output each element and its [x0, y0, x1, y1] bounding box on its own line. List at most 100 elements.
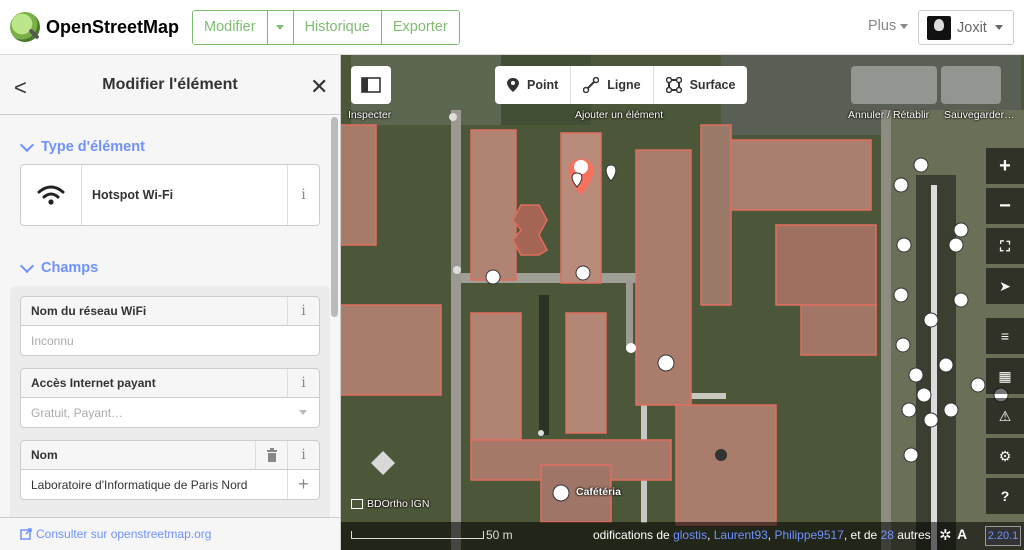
zoom-out-button[interactable]: − [986, 188, 1024, 224]
issues-button[interactable]: ⚠ [986, 398, 1024, 434]
top-navigation-bar: OpenStreetMap Modifier Historique Export… [0, 0, 1024, 55]
scale-bar [351, 531, 484, 539]
attribution-mid: , et de [843, 528, 878, 542]
imagery-icon [351, 499, 363, 510]
editor-sidebar: < Modifier l'élément ✕ Type d'élément Ho… [0, 55, 341, 550]
brand[interactable]: OpenStreetMap [10, 12, 179, 42]
add-area-label: Surface [689, 78, 736, 92]
section-feature-type-label: Type d'élément [41, 139, 145, 155]
user-settings-icon: ⚙ [998, 447, 1012, 464]
bug-icon[interactable]: ✲ [939, 526, 952, 544]
field-internet-fee: Accès Internet payant i Gratuit, Payant… [20, 368, 320, 428]
contributor-link[interactable]: Philippe9517 [774, 528, 843, 542]
info-icon[interactable]: i [287, 297, 319, 325]
map-data-button[interactable]: ▦ [986, 358, 1024, 394]
sidebar-toggle-icon [361, 77, 381, 93]
background-layers-button[interactable]: ≡ [986, 318, 1024, 354]
name-input[interactable]: Laboratoire d'Informatique de Paris Nord [21, 478, 287, 492]
brand-title: OpenStreetMap [46, 16, 180, 37]
preferences-button[interactable]: ⚙ [986, 438, 1024, 474]
more-menu[interactable]: Plus [868, 18, 909, 34]
point-icon [507, 78, 519, 92]
edit-button-group: Modifier Historique Exporter [192, 10, 460, 45]
add-feature-label: Ajouter un élément [575, 109, 664, 121]
field-label: Accès Internet payant [31, 376, 156, 390]
avatar [927, 15, 951, 40]
layers-icon: ≡ [1000, 328, 1010, 344]
external-link-icon [20, 528, 32, 540]
add-point-button[interactable]: Point [495, 66, 572, 104]
map-footer: 50 m odifications de glostis, Laurent93,… [341, 522, 1024, 550]
imagery-label: BDOrtho IGN [367, 498, 430, 510]
edit-dropdown-button[interactable] [267, 11, 294, 44]
scale-label: 50 m [486, 528, 513, 542]
help-button[interactable]: ? [986, 478, 1024, 514]
add-area-button[interactable]: Surface [654, 66, 748, 104]
edit-button[interactable]: Modifier [193, 11, 268, 44]
history-button[interactable]: Historique [293, 11, 382, 44]
preset-selector[interactable]: Hotspot Wi-Fi i [20, 164, 320, 226]
field-wifi-ssid: Nom du réseau WiFi i Inconnu [20, 296, 320, 356]
chevron-down-icon [276, 25, 285, 30]
info-icon[interactable]: i [287, 441, 319, 469]
attribution-prefix: odifications de [593, 528, 670, 542]
section-feature-type[interactable]: Type d'élément [19, 137, 145, 155]
zoom-to-selection-button[interactable]: ⛶ [986, 228, 1024, 264]
wifi-icon [21, 165, 82, 225]
info-icon[interactable]: i [287, 165, 319, 225]
sidebar-scrollbar[interactable] [331, 117, 338, 317]
osm-logo-icon [10, 12, 40, 42]
contributor-link[interactable]: Laurent93 [714, 528, 768, 542]
map-canvas[interactable]: Inspecter Point Ligne Surface Ajouter un… [341, 55, 1024, 550]
add-line-label: Ligne [607, 78, 641, 92]
info-icon[interactable]: i [287, 369, 319, 397]
location-arrow-icon: ➤ [999, 277, 1011, 294]
version-badge[interactable]: 2.20.1 [985, 526, 1021, 546]
user-menu[interactable]: Joxit [918, 10, 1014, 45]
section-fields-label: Champs [41, 260, 99, 276]
view-on-osm-label: Consulter sur openstreetmap.org [36, 527, 212, 541]
warning-icon: ⚠ [998, 407, 1012, 424]
field-name: Nom i Laboratoire d'Informatique de Pari… [20, 440, 320, 500]
geolocate-button[interactable]: ➤ [986, 268, 1024, 304]
cafeteria-label: Cafétéria [576, 486, 621, 498]
save-label: Sauvegarder… [944, 109, 1015, 121]
aerial-imagery [341, 55, 1024, 550]
wifi-ssid-input[interactable]: Inconnu [21, 334, 319, 348]
chevron-down-icon [19, 258, 35, 273]
attribution-suffix: autres [897, 528, 931, 542]
accessibility-icon[interactable]: A [957, 526, 967, 542]
export-button[interactable]: Exporter [381, 11, 459, 44]
internet-fee-select[interactable]: Gratuit, Payant… [21, 406, 287, 420]
line-icon [583, 77, 600, 93]
add-point-label: Point [527, 78, 559, 92]
add-feature-toolbar: Point Ligne Surface [495, 66, 748, 104]
username: Joxit [957, 19, 987, 36]
plus-icon: + [999, 154, 1011, 177]
imagery-info[interactable]: BDOrtho IGN [351, 498, 429, 510]
add-localized-name-icon[interactable]: + [287, 470, 319, 499]
area-icon [665, 77, 682, 93]
map-data-icon: ▦ [998, 367, 1012, 384]
zoom-to-selection-icon: ⛶ [1000, 237, 1010, 254]
field-label: Nom [31, 448, 58, 462]
chevron-down-icon [994, 25, 1003, 30]
field-label: Nom du réseau WiFi [31, 304, 147, 318]
add-line-button[interactable]: Ligne [571, 66, 654, 104]
close-icon[interactable]: ✕ [310, 74, 328, 100]
contributor-count-link[interactable]: 28 [881, 528, 894, 542]
contributor-link[interactable]: glostis [673, 528, 707, 542]
sidebar-header: < Modifier l'élément ✕ [0, 55, 340, 115]
view-on-osm-link[interactable]: Consulter sur openstreetmap.org [0, 517, 340, 550]
trash-icon[interactable] [255, 441, 287, 469]
inspect-button[interactable] [351, 66, 391, 104]
section-fields[interactable]: Champs [19, 258, 99, 276]
more-label: Plus [868, 18, 897, 34]
chevron-down-icon[interactable] [287, 398, 319, 427]
minus-icon: − [999, 194, 1011, 217]
save-button[interactable] [941, 66, 1001, 104]
chevron-down-icon [900, 23, 909, 29]
zoom-in-button[interactable]: + [986, 148, 1024, 184]
undo-redo-buttons[interactable] [851, 66, 937, 104]
help-icon: ? [1000, 488, 1010, 504]
